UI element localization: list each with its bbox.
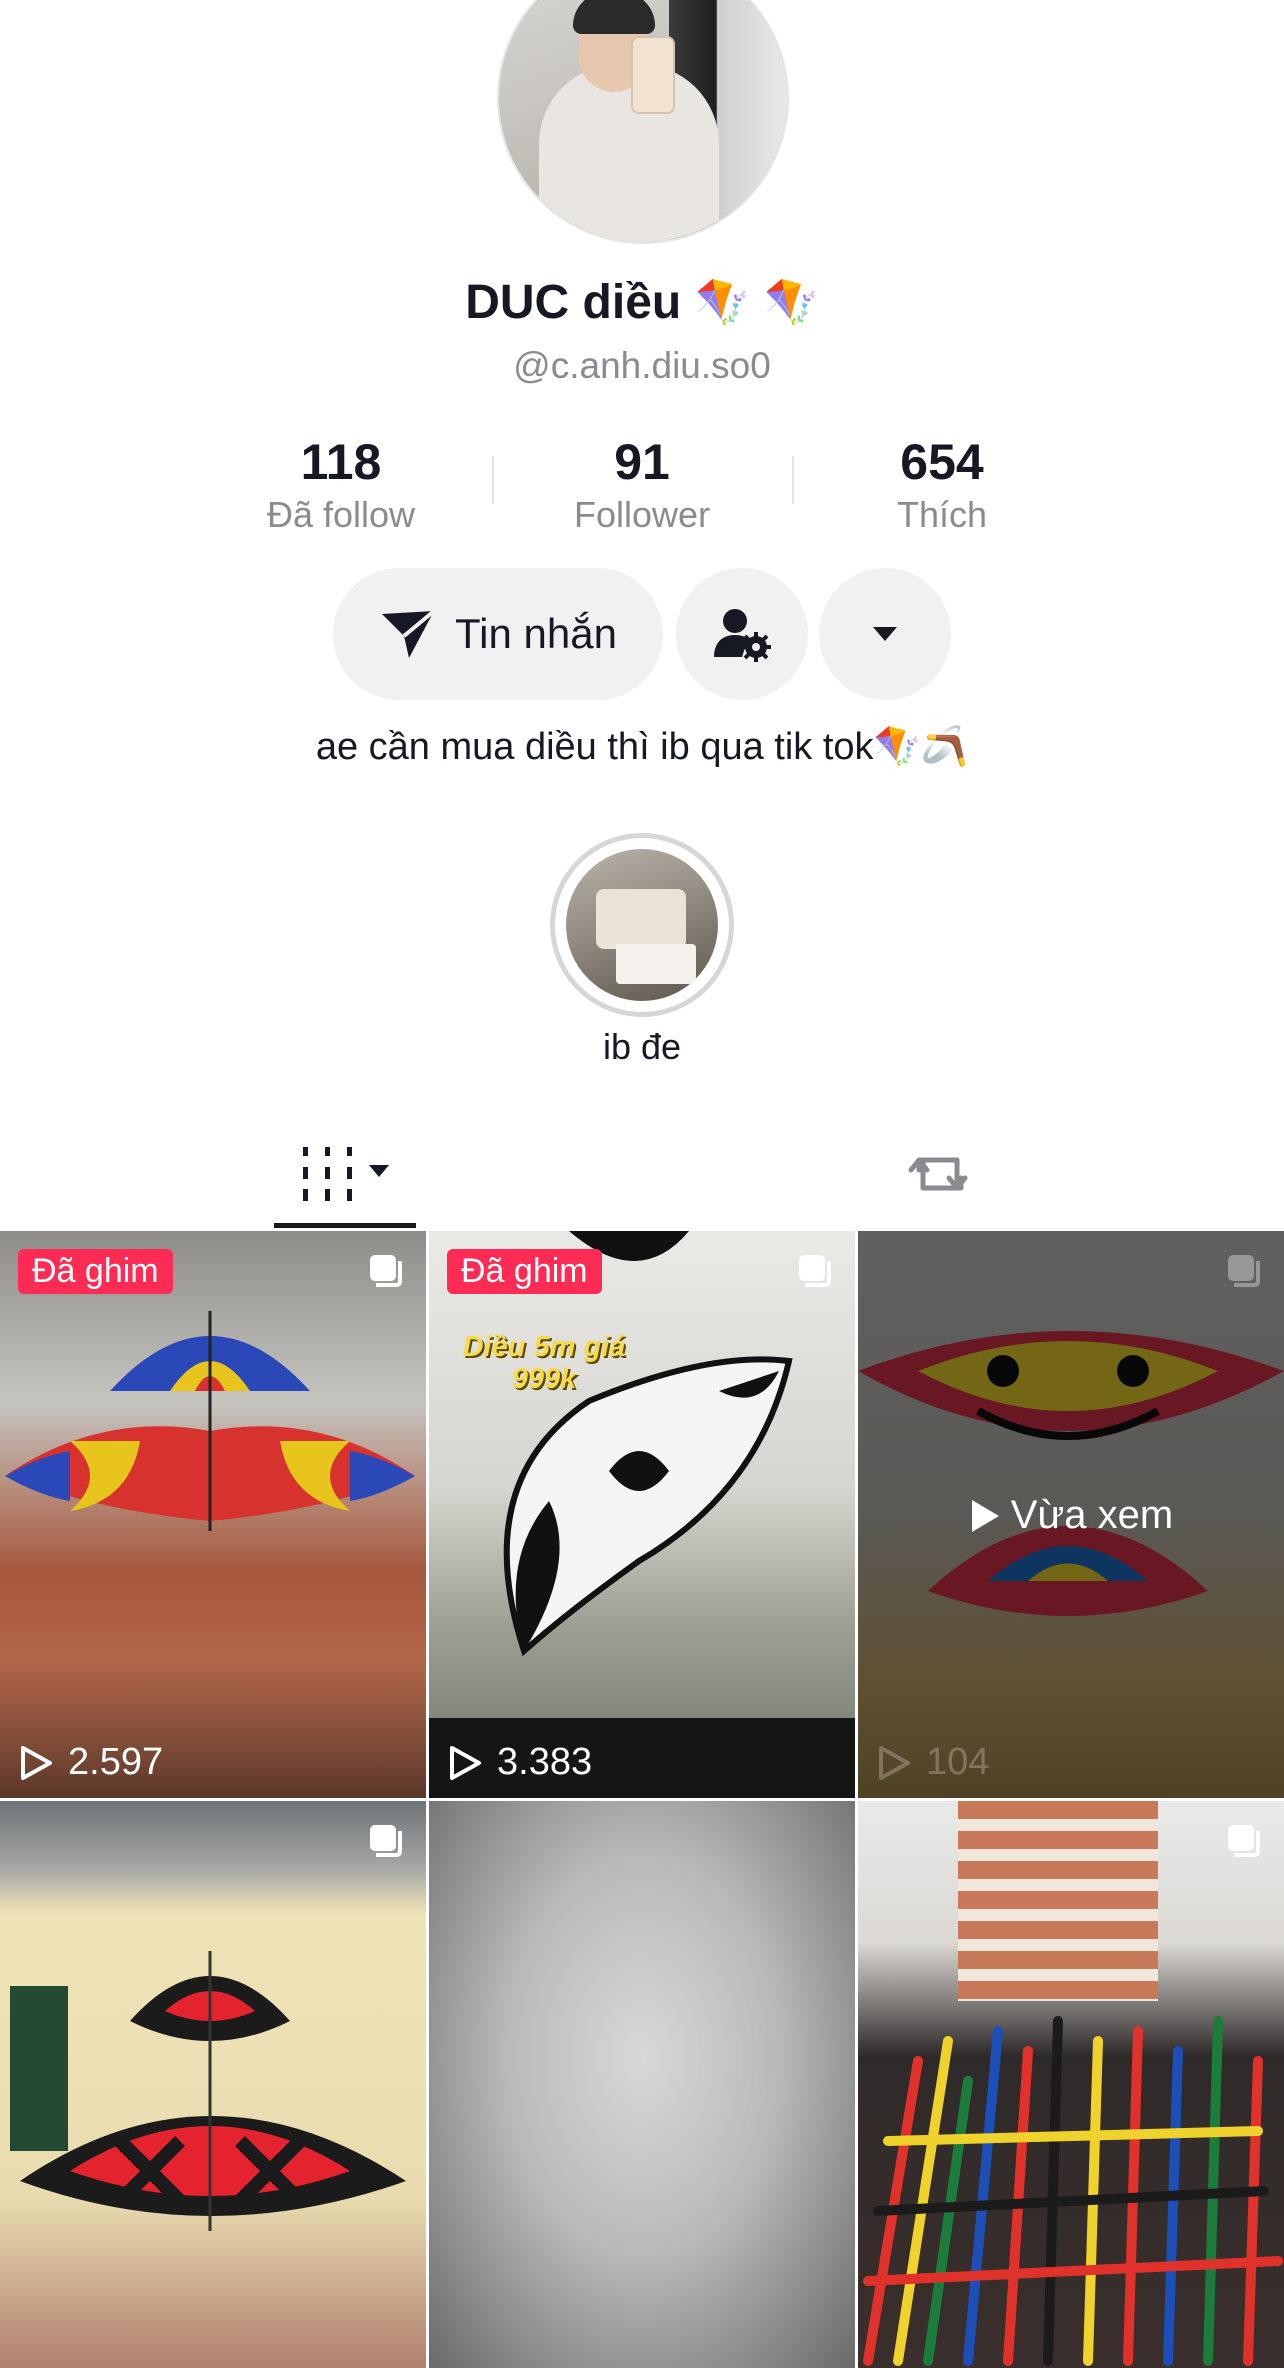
video-tile-3[interactable]: Vừa xem 104	[858, 1231, 1284, 1798]
video-tile-5[interactable]	[429, 1801, 855, 2368]
view-count: 104	[876, 1741, 989, 1784]
video-tile-4[interactable]	[0, 1801, 426, 2368]
view-count: 3.383	[447, 1741, 592, 1784]
profile-name-row: DUC diều 🪁 🪁	[0, 275, 1284, 330]
highlight-image-detail	[596, 889, 686, 949]
message-label: Tin nhắn	[455, 610, 617, 657]
play-filled-icon	[971, 1499, 999, 1532]
pinned-badge: Đã ghim	[18, 1249, 173, 1294]
multi-photo-icon	[1228, 1825, 1260, 1857]
highlight-thumbnail[interactable]	[566, 849, 718, 1001]
kite-pile-thumbnail	[863, 2016, 1283, 2366]
multi-photo-icon	[1228, 1255, 1260, 1287]
stat-following[interactable]: 118 Đã follow	[191, 432, 491, 538]
recently-watched-text: Vừa xem	[1010, 1493, 1174, 1537]
kite-emoji: 🪁	[764, 277, 819, 327]
play-outline-icon	[21, 1745, 52, 1780]
stat-label: Đã follow	[266, 494, 416, 535]
stat-followers[interactable]: 91 Follower	[492, 432, 792, 538]
video-tile-2[interactable]: Diều 5m giá 999k Đã ghim 3.383	[429, 1231, 855, 1798]
view-count-value: 104	[926, 1741, 990, 1783]
stat-label: Thích	[896, 494, 988, 535]
caret-down-icon	[873, 627, 897, 641]
view-count-value: 3.383	[497, 1741, 593, 1783]
more-button[interactable]	[819, 568, 951, 700]
stat-likes[interactable]: 654 Thích	[792, 432, 1092, 538]
repost-icon	[908, 1157, 968, 1191]
multi-photo-icon	[370, 1825, 402, 1857]
avatar-phone	[631, 36, 675, 114]
avatar-person	[539, 64, 719, 242]
video-tile-1[interactable]: Đã ghim 2.597	[0, 1231, 426, 1798]
message-button[interactable]: Tin nhắn	[333, 568, 663, 700]
stat-label: Follower	[573, 494, 711, 535]
stat-value: 118	[300, 434, 382, 490]
send-icon	[382, 609, 436, 658]
profile-avatar[interactable]	[497, 0, 789, 244]
display-name: DUC diều	[465, 276, 682, 329]
stat-value: 654	[900, 434, 984, 490]
profile-settings-button[interactable]	[676, 568, 808, 700]
active-tab-indicator	[274, 1223, 416, 1228]
stat-value: 91	[614, 434, 670, 490]
multi-photo-icon	[370, 1255, 402, 1287]
view-count: 2.597	[18, 1741, 163, 1784]
profile-bio: ae cần mua diều thì ib qua tik tok🪁🪃	[315, 726, 969, 768]
kite-thumbnail	[5, 1311, 415, 1531]
grid-videos-icon	[303, 1147, 389, 1201]
user-settings-icon	[714, 609, 771, 662]
play-outline-icon	[450, 1745, 481, 1780]
kite-emoji: 🪁	[695, 277, 750, 327]
pinned-badge: Đã ghim	[447, 1249, 602, 1294]
highlight-label: ib đe	[602, 1026, 682, 1067]
username-handle: @c.anh.diu.so0	[513, 345, 771, 386]
highlight-image-detail	[616, 944, 696, 984]
multi-photo-icon	[799, 1255, 831, 1287]
view-count-value: 2.597	[68, 1741, 164, 1783]
avatar-hair	[573, 0, 655, 34]
video-tile-6[interactable]	[858, 1801, 1284, 2368]
play-outline-icon	[879, 1745, 910, 1780]
tab-reposts[interactable]	[900, 1138, 980, 1210]
kite-thumbnail	[503, 1231, 793, 1657]
recently-watched-label: Vừa xem	[858, 1493, 1284, 1538]
kite-thumbnail	[20, 1951, 406, 2231]
video-caption: Diều 5m giá 999k	[462, 1331, 626, 1395]
tab-videos[interactable]	[274, 1138, 416, 1210]
